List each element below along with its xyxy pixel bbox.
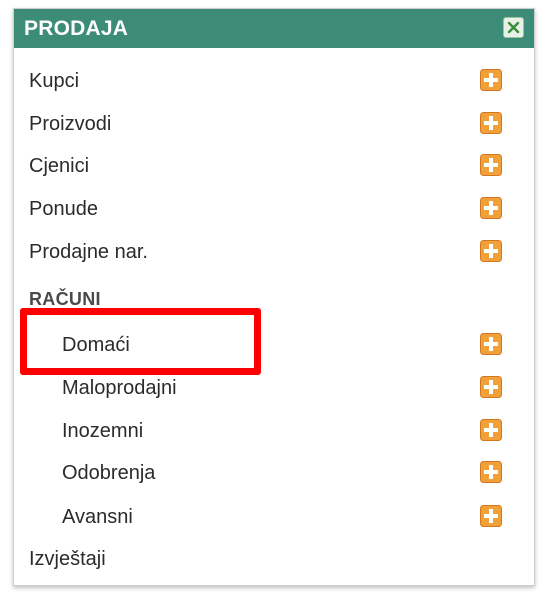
plus-icon	[480, 112, 502, 134]
add-kupci-button[interactable]	[480, 69, 502, 91]
add-maloprodajni-button[interactable]	[480, 376, 502, 398]
menu-item-prodajne-nar[interactable]: Prodajne nar.	[14, 234, 534, 270]
menu-item-label: Prodajne nar.	[29, 241, 148, 263]
menu-item-label: Ponude	[29, 198, 98, 220]
menu-item-label: Cjenici	[29, 155, 90, 177]
plus-icon	[480, 197, 502, 219]
menu-item-inozemni[interactable]: Inozemni	[14, 413, 534, 449]
add-cjenici-button[interactable]	[480, 154, 502, 176]
close-button[interactable]	[503, 17, 524, 38]
add-ponude-button[interactable]	[480, 197, 502, 219]
menu-item-label: Avansni	[62, 506, 133, 528]
plus-icon	[480, 461, 502, 483]
menu-item-izvjestaji[interactable]: Izvještaji	[14, 541, 534, 577]
panel-title: PRODAJA	[24, 17, 129, 40]
menu-item-kupci[interactable]: Kupci	[14, 63, 534, 99]
plus-icon	[480, 154, 502, 176]
menu-item-label: Domaći	[62, 334, 130, 356]
menu-item-label: Odobrenja	[62, 462, 156, 484]
menu-item-avansni[interactable]: Avansni	[14, 499, 534, 535]
plus-icon	[480, 240, 502, 262]
menu-item-odobrenja[interactable]: Odobrenja	[14, 455, 534, 491]
close-icon	[504, 18, 523, 37]
menu-item-label: Inozemni	[62, 420, 144, 442]
plus-icon	[480, 333, 502, 355]
add-avansni-button[interactable]	[480, 505, 502, 527]
plus-icon	[480, 69, 502, 91]
add-domaci-button[interactable]	[480, 333, 502, 355]
menu-item-label: Proizvodi	[29, 113, 112, 135]
add-prodajne-nar-button[interactable]	[480, 240, 502, 262]
menu-item-domaci[interactable]: Domaći	[14, 327, 534, 363]
add-inozemni-button[interactable]	[480, 419, 502, 441]
plus-icon	[480, 505, 502, 527]
menu-item-cjenici[interactable]: Cjenici	[14, 148, 534, 184]
plus-icon	[480, 376, 502, 398]
plus-icon	[480, 419, 502, 441]
add-odobrenja-button[interactable]	[480, 461, 502, 483]
menu-item-ponude[interactable]: Ponude	[14, 191, 534, 227]
section-heading-racuni: RAČUNI	[29, 289, 101, 309]
sales-panel: PRODAJA Kupci Proizvodi Cjenici Ponude P…	[13, 8, 535, 586]
menu-item-maloprodajni[interactable]: Maloprodajni	[14, 370, 534, 406]
menu-item-proizvodi[interactable]: Proizvodi	[14, 106, 534, 142]
panel-header: PRODAJA	[14, 9, 534, 48]
menu-item-label: Izvještaji	[29, 548, 106, 570]
add-proizvodi-button[interactable]	[480, 112, 502, 134]
menu-item-label: Kupci	[29, 70, 80, 92]
menu-item-label: Maloprodajni	[62, 377, 177, 399]
